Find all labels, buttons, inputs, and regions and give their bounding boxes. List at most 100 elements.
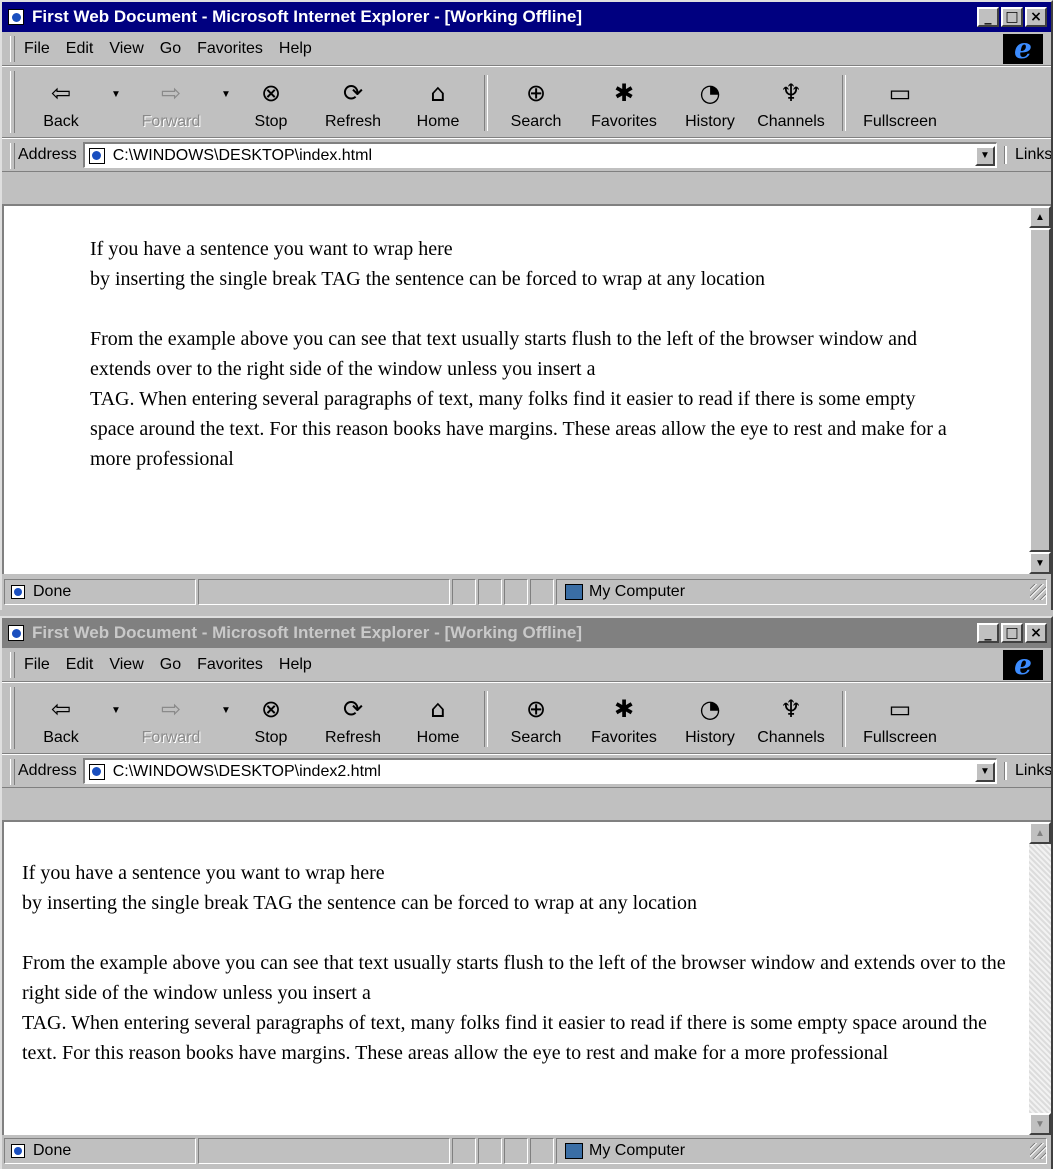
scroll-up-button[interactable]: ▲: [1029, 206, 1051, 228]
address-grip[interactable]: [10, 143, 15, 169]
forward-dropdown[interactable]: ▼: [216, 71, 236, 137]
scroll-up-button[interactable]: ▲: [1029, 822, 1051, 844]
menu-go[interactable]: Go: [160, 40, 181, 58]
menu-help[interactable]: Help: [279, 656, 312, 674]
address-dropdown-button[interactable]: ▼: [975, 145, 995, 166]
menu-view[interactable]: View: [109, 40, 143, 58]
search-button[interactable]: ⊕ Search: [496, 71, 576, 137]
title-bar[interactable]: First Web Document - Microsoft Internet …: [2, 2, 1051, 32]
stop-button[interactable]: ⊗ Stop: [236, 687, 306, 753]
menu-grip[interactable]: [10, 652, 15, 678]
paragraph: If you have a sentence you want to wrap …: [90, 238, 766, 290]
stop-button[interactable]: ⊗ Stop: [236, 71, 306, 137]
scroll-down-button[interactable]: ▼: [1029, 1113, 1051, 1135]
address-input[interactable]: C:\WINDOWS\DESKTOP\index2.html ▼: [82, 758, 997, 784]
status-text: Done: [33, 583, 72, 600]
favorites-folder-icon: ✱: [613, 79, 635, 107]
search-button[interactable]: ⊕ Search: [496, 687, 576, 753]
menu-bar: File Edit View Go Favorites Help e: [2, 648, 1051, 682]
refresh-icon: ⟳: [342, 695, 364, 723]
ie-page-icon[interactable]: [8, 625, 24, 641]
scroll-down-button[interactable]: ▼: [1029, 552, 1051, 574]
status-panel-small: [530, 579, 554, 605]
maximize-button[interactable]: □: [1001, 7, 1023, 27]
resize-grip[interactable]: [1030, 1143, 1046, 1159]
title-bar[interactable]: First Web Document - Microsoft Internet …: [2, 618, 1051, 648]
forward-button[interactable]: ⇨ Forward: [126, 687, 216, 753]
status-panel-small: [478, 1138, 502, 1164]
home-icon: ⌂: [430, 695, 446, 723]
toolbar-grip[interactable]: [10, 687, 15, 749]
links-toolbar[interactable]: Links: [1005, 762, 1051, 780]
vertical-scrollbar[interactable]: ▲ ▼: [1029, 206, 1051, 574]
address-bar: Address C:\WINDOWS\DESKTOP\index2.html ▼…: [2, 754, 1051, 788]
maximize-button[interactable]: □: [1001, 623, 1023, 643]
fullscreen-button[interactable]: ▭ Fullscreen: [854, 687, 946, 753]
favorites-folder-icon: ✱: [613, 695, 635, 723]
search-globe-icon: ⊕: [525, 695, 547, 723]
back-button[interactable]: ⇦ Back: [16, 71, 106, 137]
back-dropdown[interactable]: ▼: [106, 687, 126, 753]
menu-edit[interactable]: Edit: [66, 40, 94, 58]
vertical-scrollbar[interactable]: ▲ ▼: [1029, 822, 1051, 1135]
home-button[interactable]: ⌂ Home: [400, 71, 476, 137]
back-arrow-icon: ⇦: [50, 79, 72, 107]
refresh-icon: ⟳: [342, 79, 364, 107]
address-grip[interactable]: [10, 759, 15, 785]
menu-go[interactable]: Go: [160, 656, 181, 674]
links-toolbar[interactable]: Links: [1005, 146, 1051, 164]
address-label: Address: [18, 146, 77, 163]
channels-button[interactable]: ♆ Channels: [748, 71, 834, 137]
menu-bar: File Edit View Go Favorites Help e: [2, 32, 1051, 66]
zone-panel: My Computer: [556, 579, 1047, 605]
forward-button[interactable]: ⇨ Forward: [126, 71, 216, 137]
window-title: First Web Document - Microsoft Internet …: [32, 623, 583, 642]
menu-view[interactable]: View: [109, 656, 143, 674]
menu-grip[interactable]: [10, 36, 15, 62]
favorites-button[interactable]: ✱ Favorites: [576, 687, 672, 753]
scroll-thumb[interactable]: [1029, 228, 1051, 552]
document-body: If you have a sentence you want to wrap …: [90, 234, 950, 474]
minimize-button[interactable]: _: [977, 7, 999, 27]
page-content: If you have a sentence you want to wrap …: [2, 820, 1051, 1135]
menu-help[interactable]: Help: [279, 40, 312, 58]
address-dropdown-button[interactable]: ▼: [975, 761, 995, 782]
fullscreen-button[interactable]: ▭ Fullscreen: [854, 71, 946, 137]
toolbar-grip[interactable]: [10, 71, 15, 133]
back-button[interactable]: ⇦ Back: [16, 687, 106, 753]
address-value[interactable]: C:\WINDOWS\DESKTOP\index.html: [113, 147, 975, 165]
status-panel-small: [452, 1138, 476, 1164]
menu-favorites[interactable]: Favorites: [197, 40, 263, 58]
browser-window-2: First Web Document - Microsoft Internet …: [0, 616, 1053, 1169]
search-globe-icon: ⊕: [525, 79, 547, 107]
minimize-button[interactable]: _: [977, 623, 999, 643]
status-panel-small: [452, 579, 476, 605]
ie-page-icon[interactable]: [8, 9, 24, 25]
menu-edit[interactable]: Edit: [66, 656, 94, 674]
history-icon: ◔: [699, 695, 721, 723]
resize-grip[interactable]: [1030, 584, 1046, 600]
close-button[interactable]: ×: [1025, 623, 1047, 643]
address-bar: Address C:\WINDOWS\DESKTOP\index.html ▼ …: [2, 138, 1051, 172]
menu-favorites[interactable]: Favorites: [197, 656, 263, 674]
channels-button[interactable]: ♆ Channels: [748, 687, 834, 753]
address-value[interactable]: C:\WINDOWS\DESKTOP\index2.html: [113, 763, 975, 781]
refresh-button[interactable]: ⟳ Refresh: [306, 687, 400, 753]
favorites-button[interactable]: ✱ Favorites: [576, 71, 672, 137]
back-dropdown[interactable]: ▼: [106, 71, 126, 137]
refresh-button[interactable]: ⟳ Refresh: [306, 71, 400, 137]
close-button[interactable]: ×: [1025, 7, 1047, 27]
standard-toolbar: ⇦ Back ▼ ⇨ Forward ▼ ⊗ Stop ⟳ Refresh ⌂ …: [2, 66, 1051, 138]
window-title: First Web Document - Microsoft Internet …: [32, 7, 583, 26]
page-icon: [88, 763, 105, 780]
history-button[interactable]: ◔ History: [672, 71, 748, 137]
menu-file[interactable]: File: [24, 40, 50, 58]
history-button[interactable]: ◔ History: [672, 687, 748, 753]
forward-dropdown[interactable]: ▼: [216, 687, 236, 753]
home-button[interactable]: ⌂ Home: [400, 687, 476, 753]
zone-panel: My Computer: [556, 1138, 1047, 1164]
menu-file[interactable]: File: [24, 656, 50, 674]
standard-toolbar: ⇦ Back ▼ ⇨ Forward ▼ ⊗ Stop ⟳ Refresh ⌂ …: [2, 682, 1051, 754]
address-input[interactable]: C:\WINDOWS\DESKTOP\index.html ▼: [82, 142, 997, 168]
toolbar-separator: [842, 691, 846, 747]
